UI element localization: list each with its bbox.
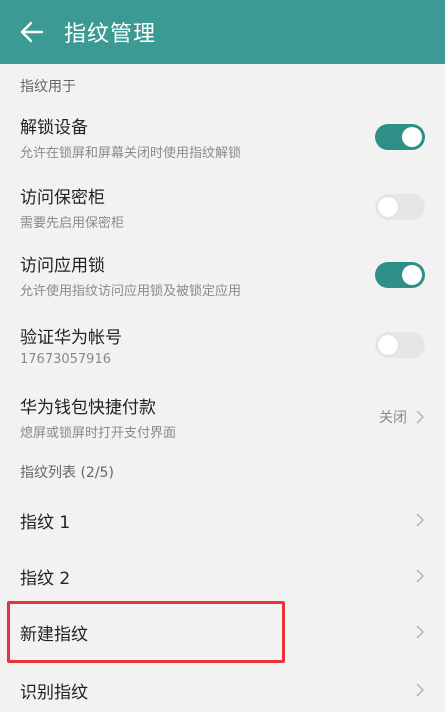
new-fingerprint-label: 新建指纹 <box>20 624 88 645</box>
chevron-right-icon <box>416 410 425 424</box>
unlock-device-toggle[interactable] <box>375 124 425 150</box>
setting-subtitle: 允许在锁屏和屏幕关闭时使用指纹解锁 <box>20 146 242 161</box>
fingerprint-item-2[interactable]: 指纹 2 <box>0 548 445 604</box>
identify-fingerprint-item[interactable]: 识别指纹 <box>0 662 445 712</box>
chevron-right-icon <box>416 513 425 527</box>
setting-wallet-quick-pay[interactable]: 华为钱包快捷付款 熄屏或锁屏时打开支付界面 关闭 <box>0 388 445 446</box>
setting-title: 解锁设备 <box>20 118 88 138</box>
fingerprint-label: 指纹 2 <box>20 568 71 589</box>
chevron-right-icon <box>416 625 425 639</box>
setting-subtitle: 需要先启用保密柜 <box>20 216 125 231</box>
huawei-account-toggle[interactable] <box>375 332 425 358</box>
app-lock-toggle[interactable] <box>375 262 425 288</box>
setting-subtitle: 17673057916 <box>20 352 111 367</box>
chevron-right-icon <box>416 683 425 697</box>
setting-subtitle: 允许使用指纹访问应用锁及被锁定应用 <box>20 284 242 299</box>
toggle-knob <box>402 265 422 285</box>
toggle-knob <box>378 335 398 355</box>
toggle-knob <box>378 197 398 217</box>
setting-subtitle: 熄屏或锁屏时打开支付界面 <box>20 426 177 441</box>
toggle-knob <box>402 127 422 147</box>
back-button[interactable] <box>0 0 64 64</box>
fingerprint-item-1[interactable]: 指纹 1 <box>0 492 445 548</box>
section-label-usage: 指纹用于 <box>20 79 76 95</box>
wallet-status-value: 关闭 <box>379 410 407 426</box>
setting-unlock-device[interactable]: 解锁设备 允许在锁屏和屏幕关闭时使用指纹解锁 <box>0 108 445 166</box>
setting-huawei-account[interactable]: 验证华为帐号 17673057916 <box>0 316 445 374</box>
setting-title: 华为钱包快捷付款 <box>20 398 156 418</box>
setting-title: 验证华为帐号 <box>20 328 122 348</box>
setting-title: 访问保密柜 <box>20 188 105 208</box>
fingerprint-label: 指纹 1 <box>20 512 71 533</box>
section-label-fingerprint-list: 指纹列表 (2/5) <box>20 465 114 481</box>
back-arrow-icon <box>20 21 44 43</box>
chevron-right-icon <box>416 569 425 583</box>
new-fingerprint-item[interactable]: 新建指纹 <box>0 604 445 660</box>
setting-title: 访问应用锁 <box>20 256 105 276</box>
setting-app-lock[interactable]: 访问应用锁 允许使用指纹访问应用锁及被锁定应用 <box>0 246 445 304</box>
private-safe-toggle[interactable] <box>375 194 425 220</box>
app-header: 指纹管理 <box>0 0 445 64</box>
page-title: 指纹管理 <box>64 22 157 47</box>
setting-private-safe[interactable]: 访问保密柜 需要先启用保密柜 <box>0 178 445 236</box>
identify-fingerprint-label: 识别指纹 <box>20 682 88 703</box>
